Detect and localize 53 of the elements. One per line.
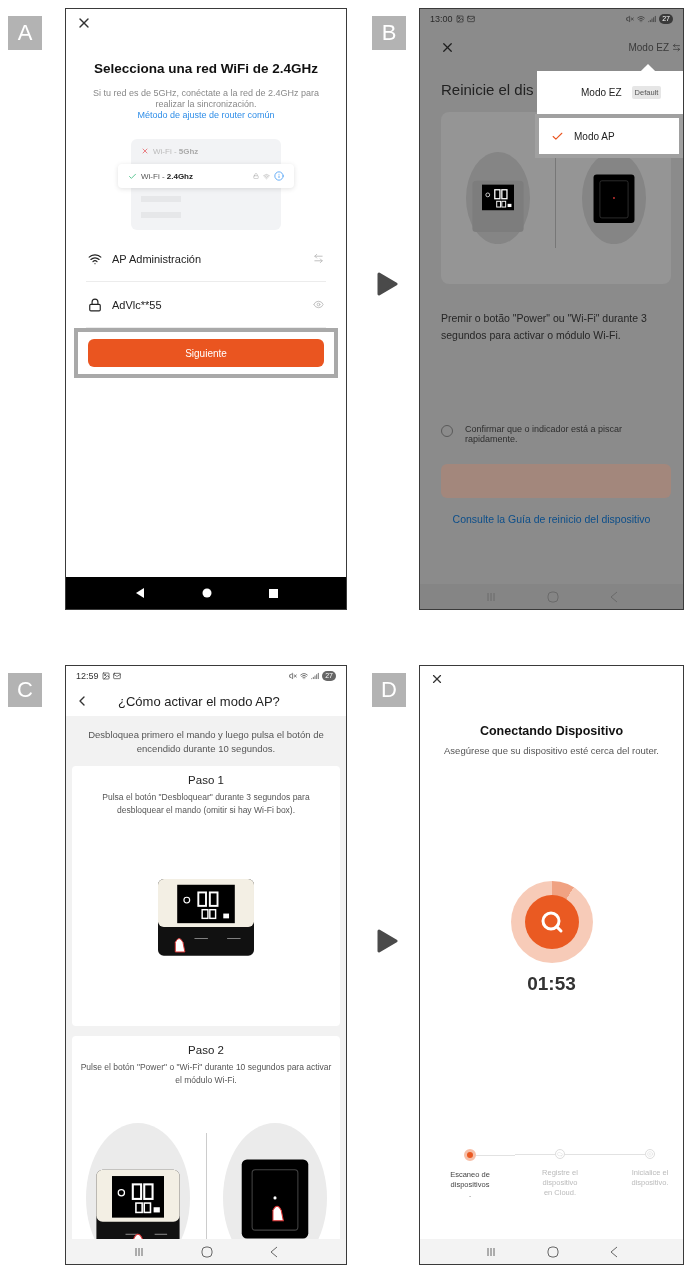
menu-label: Modo AP [574, 130, 615, 142]
search-icon [539, 910, 564, 934]
screen-title: Selecciona una red WiFi de 2.4GHz [92, 61, 320, 76]
password-field[interactable]: AdVlc**55 [86, 282, 326, 328]
home-icon[interactable] [201, 588, 212, 598]
mute-icon [626, 15, 635, 23]
menu-item[interactable]: Modo AP [535, 114, 683, 158]
intro-text: Desbloquea primero el mando y luego pulsa el botón de encendido durante 10 segundos. [87, 728, 325, 756]
next-button[interactable]: Siguiente [88, 339, 324, 367]
network-field[interactable]: AP Administración [86, 236, 326, 282]
mail-icon [466, 15, 475, 23]
play-arrow-icon [376, 272, 398, 296]
wifi-icon [88, 251, 102, 266]
step-title: Paso 2 [188, 1044, 224, 1056]
gallery-icon [101, 672, 110, 680]
router-guide-link[interactable]: Método de ajuste de router común [137, 110, 275, 120]
status-time: 13:00 [430, 14, 453, 24]
play-arrow-icon [376, 929, 398, 953]
close-icon [430, 672, 444, 686]
step-tag: A [8, 16, 42, 50]
network-name: Wi-Fi - 2.4Ghz [141, 171, 194, 181]
signal-icon [311, 672, 320, 680]
description-text: Si tu red es de 5GHz, conéctate a la red de 2.4GHz para realizar la sincronización. Método de ajuste de router común [91, 88, 321, 121]
screen-title: Conectando Dispositivo [478, 724, 625, 738]
screen-title: Reinicie el dis [441, 81, 534, 98]
recent-apps-icon[interactable] [268, 588, 278, 598]
step-title: Paso 1 [188, 774, 224, 786]
menu-label: Modo EZ [581, 87, 622, 98]
back-icon[interactable] [134, 588, 145, 598]
lock-icon [88, 297, 102, 312]
wifi-icon [300, 672, 309, 680]
countdown-timer: 01:53 [526, 973, 577, 995]
description-text: Asegúrese que su dispositivo esté cerca del router. [443, 744, 660, 757]
lock-icon [253, 173, 259, 179]
step-tag: B [372, 16, 406, 50]
info-icon [274, 171, 284, 181]
search-button[interactable] [524, 895, 579, 949]
status-time: 12:59 [76, 671, 99, 681]
mail-icon [112, 672, 121, 680]
step-text: Pulse el botón "Power" o "Wi-Fi" durante 10 segundos para activar el módulo Wi-Fi. [79, 1061, 333, 1087]
confirm-label: Confirmar que o indicador está a piscar rapidamente. [465, 424, 624, 444]
swap-icon [672, 42, 681, 52]
wifi-icon [263, 172, 270, 180]
mode-switch-button[interactable]: Modo EZ [628, 41, 683, 53]
screen-title: ¿Cómo activar el modo AP? [118, 693, 280, 709]
step-tag: D [372, 673, 406, 707]
wifi-icon [637, 15, 646, 23]
signal-icon [648, 15, 657, 23]
instruction-text: Premir o botão "Power" ou "Wi-Fi" durante 3 segundos para activar o módulo Wi-Fi. [441, 311, 648, 343]
gallery-icon [455, 15, 464, 23]
step-text: Pulsa el botón "Desbloquear" durante 3 segundos para desbloquear el mando (omitir si hay Wi-Fi box). [101, 791, 311, 817]
step-tag: C [8, 673, 42, 707]
mute-icon [289, 672, 298, 680]
